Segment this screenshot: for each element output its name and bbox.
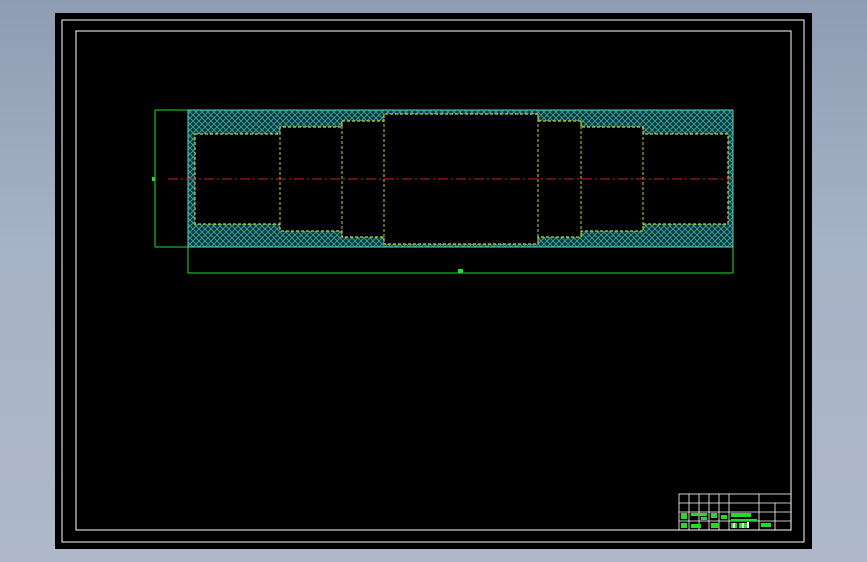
sheet-outer-border bbox=[61, 19, 805, 543]
drawing-viewport[interactable] bbox=[55, 13, 812, 549]
horizontal-dimension[interactable] bbox=[187, 247, 734, 274]
sheet-inner-border bbox=[75, 30, 792, 531]
title-block-filled-cells bbox=[681, 513, 771, 528]
cad-drawing bbox=[61, 19, 805, 543]
